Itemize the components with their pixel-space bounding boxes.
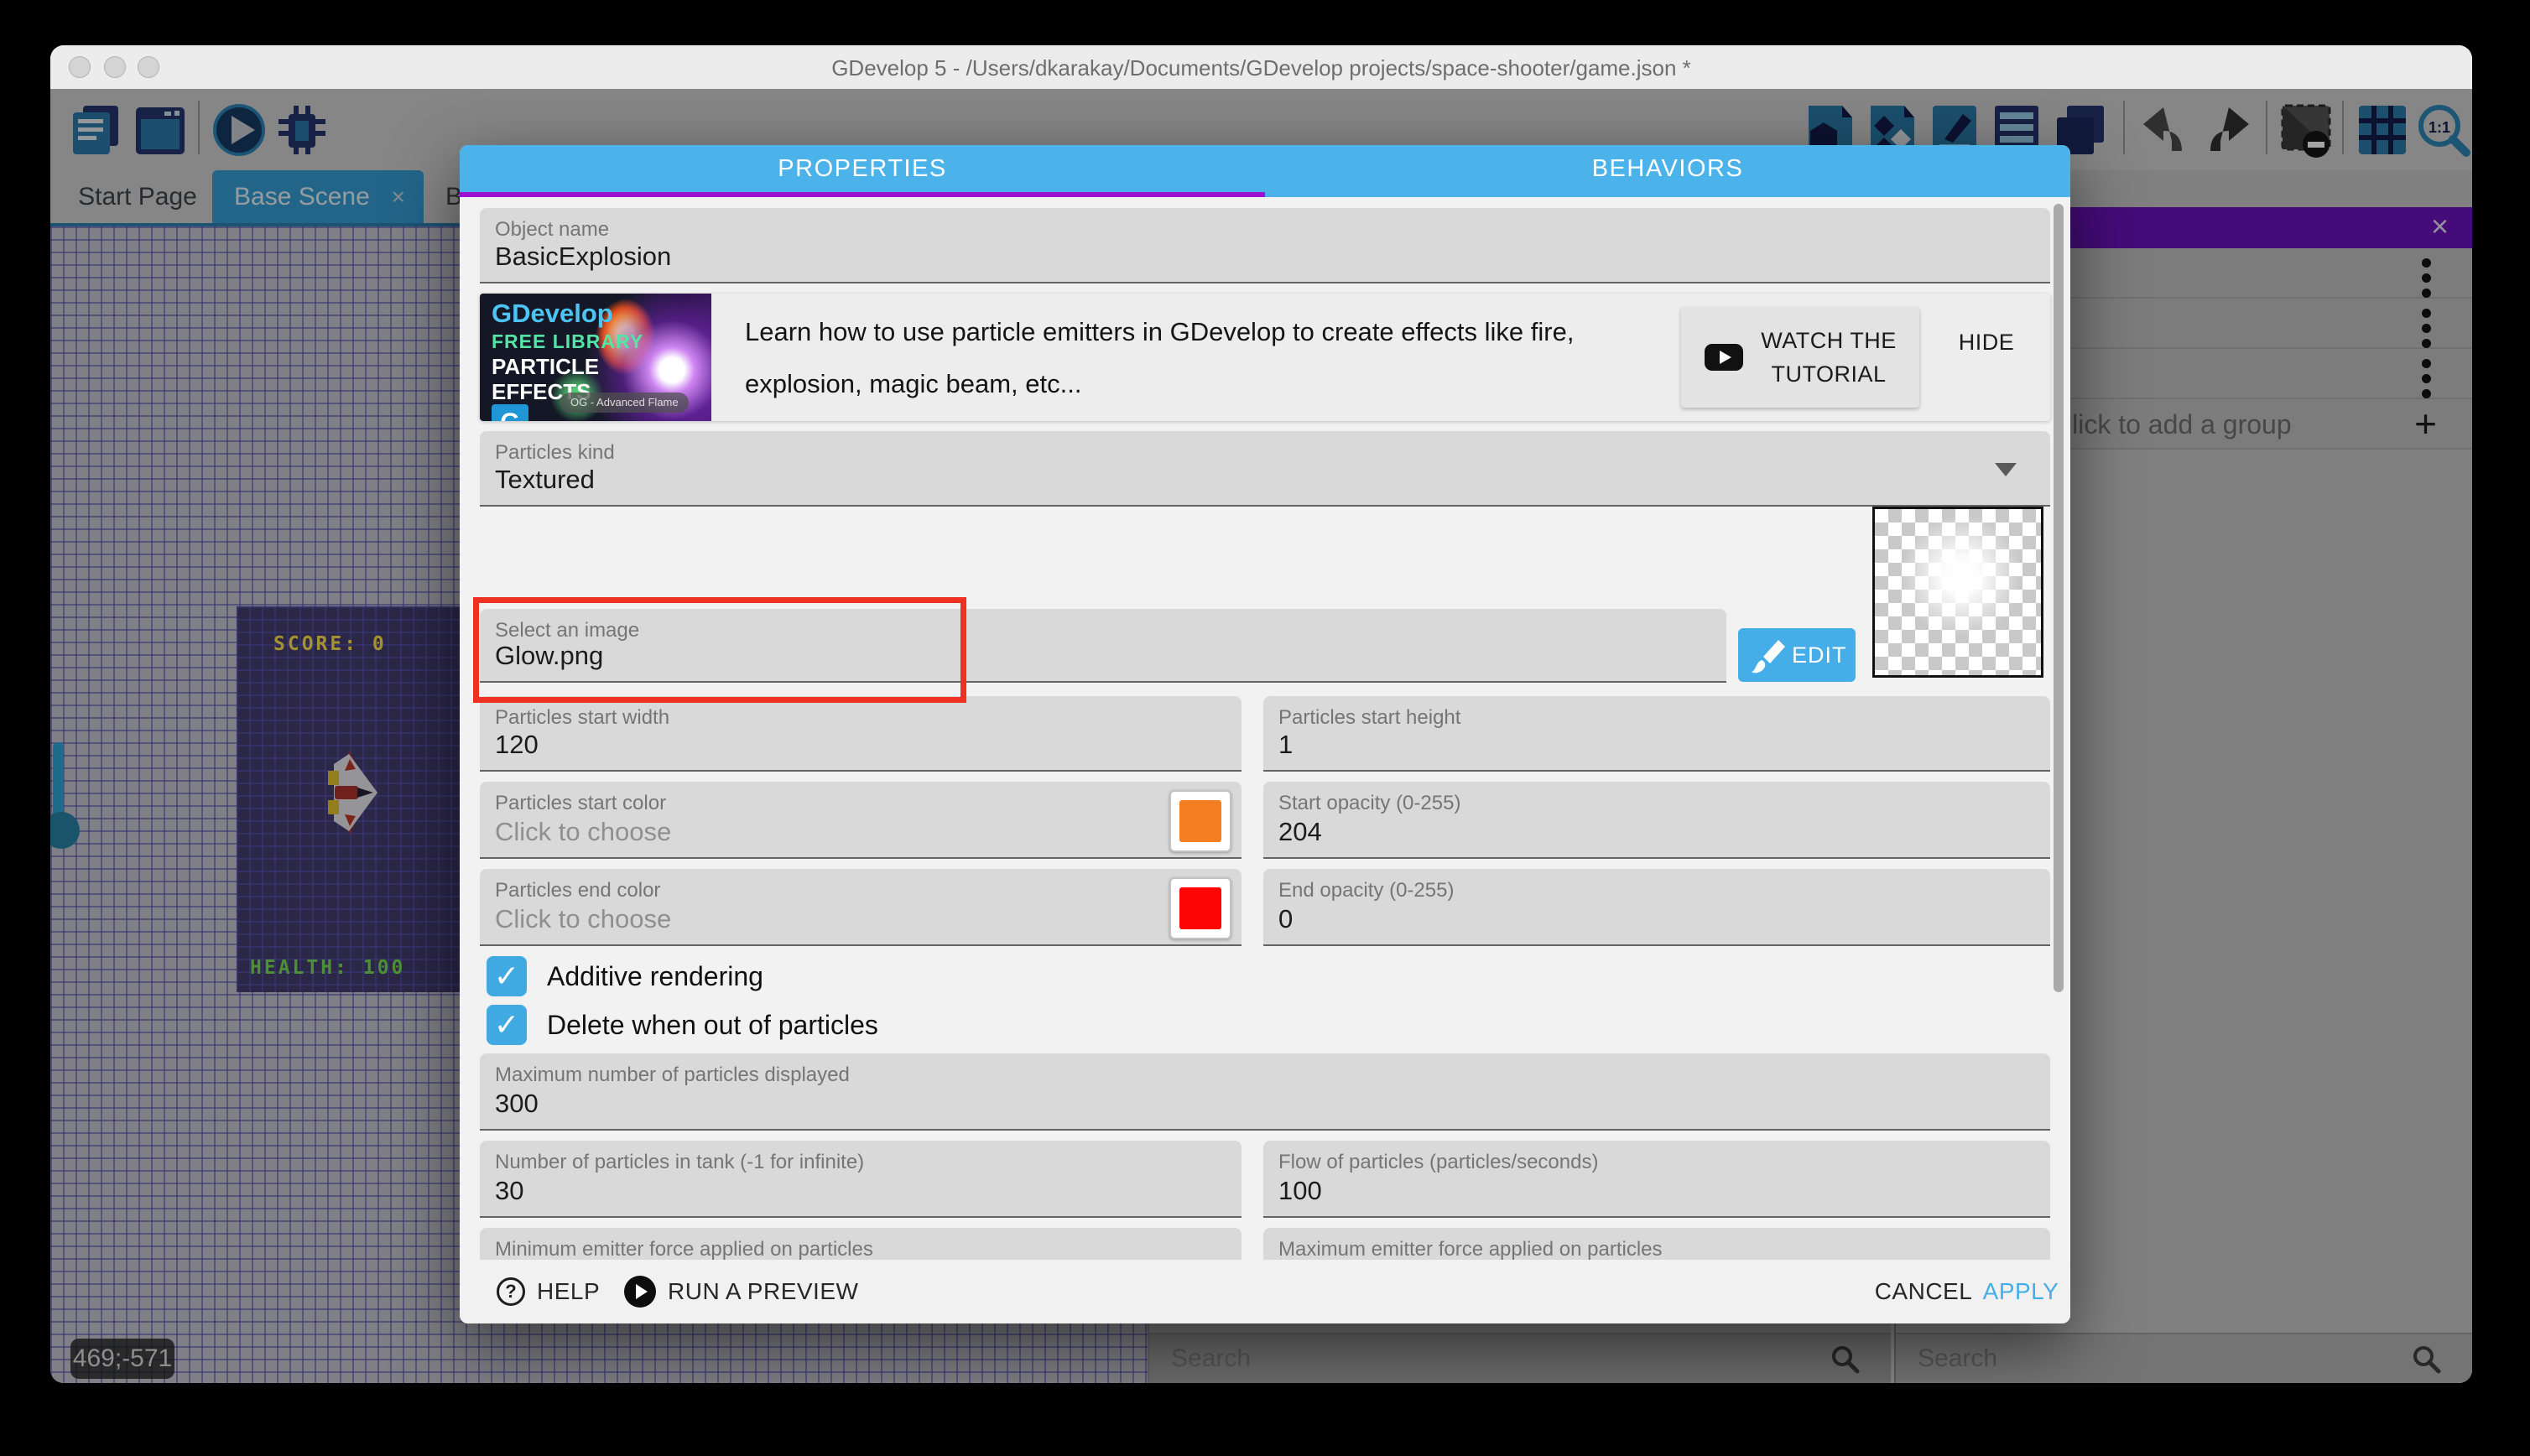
dialog-scrollbar[interactable] [2054,204,2064,992]
field-label: Number of particles in tank (-1 for infi… [495,1151,864,1174]
max-particles-field[interactable]: Maximum number of particles displayed 30… [480,1053,2050,1131]
tutorial-text-line2: explosion, magic beam, etc... [745,369,1081,399]
field-label: Particles kind [495,441,615,465]
field-label: Maximum number of particles displayed [495,1063,850,1087]
dialog-footer: ? HELP RUN A PREVIEW CANCEL APPLY [460,1260,2070,1323]
watch-label-line2: TUTORIAL [1771,361,1886,387]
field-value: 300 [495,1089,539,1119]
field-label: Minimum emitter force applied on particl… [495,1238,873,1261]
youtube-play-icon [1705,344,1743,371]
delete-when-out-label: Delete when out of particles [547,1005,878,1045]
help-icon: ? [497,1277,525,1306]
additive-rendering-label: Additive rendering [547,956,763,996]
thumb-line1: PARTICLE [492,354,599,380]
titlebar: GDevelop 5 - /Users/dkarakay/Documents/G… [50,45,2472,90]
field-value: 30 [495,1176,523,1206]
field-placeholder: Click to choose [495,904,671,934]
tutorial-text-line1: Learn how to use particle emitters in GD… [745,317,1574,347]
object-properties-dialog: PROPERTIES BEHAVIORS Object name BasicEx… [460,145,2070,1323]
thumb-caption: OG - Advanced Flame [560,393,689,413]
start-opacity-field[interactable]: Start opacity (0-255) 204 [1263,782,2050,859]
field-label: Particles start height [1278,706,1460,730]
start-color-swatch[interactable] [1169,790,1231,852]
cancel-button[interactable]: CANCEL [1852,1260,1995,1323]
flow-field[interactable]: Flow of particles (particles/seconds) 10… [1263,1141,2050,1218]
gdevelop-logo: G [492,404,528,421]
hide-button[interactable]: HIDE [1944,312,2028,372]
window-title: GDevelop 5 - /Users/dkarakay/Documents/G… [50,55,2472,81]
field-label: Start opacity (0-255) [1278,792,1460,815]
field-placeholder: Click to choose [495,817,671,847]
tutorial-banner: GDevelop FREE LIBRARY PARTICLE EFFECTS G… [480,294,2050,421]
help-button[interactable]: HELP [537,1260,600,1323]
field-value: 204 [1278,817,1322,847]
additive-rendering-checkbox[interactable]: ✓ [487,956,527,996]
edit-image-button[interactable]: EDIT [1738,628,1856,682]
field-label: Particles end color [495,879,660,902]
field-label: Particles start width [495,706,669,730]
field-value: 1 [1278,730,1293,760]
field-label: End opacity (0-255) [1278,879,1454,902]
screenshot-canvas: GDevelop 5 - /Users/dkarakay/Documents/G… [0,0,2530,1456]
edit-button-label: EDIT [1792,642,1847,668]
thumb-brand-text: GDevelop [492,299,613,329]
active-tab-indicator [460,192,1265,197]
dialog-tab-header: PROPERTIES BEHAVIORS [460,145,2070,197]
tab-behaviors[interactable]: BEHAVIORS [1265,145,2070,192]
start-width-field[interactable]: Particles start width 120 [480,696,1242,772]
run-preview-button[interactable]: RUN A PREVIEW [668,1260,858,1323]
field-value: 120 [495,730,539,760]
field-value: 0 [1278,904,1293,934]
particle-image-preview [1872,507,2043,678]
field-value: Textured [495,465,595,495]
end-color-swatch[interactable] [1169,877,1231,939]
tutorial-thumbnail[interactable]: GDevelop FREE LIBRARY PARTICLE EFFECTS G… [480,294,711,421]
tank-field[interactable]: Number of particles in tank (-1 for infi… [480,1141,1242,1218]
annotation-highlight-rectangle [473,597,966,703]
field-label: Maximum emitter force applied on particl… [1278,1238,1663,1261]
run-preview-icon [624,1276,656,1308]
end-color-field[interactable]: Particles end color Click to choose [480,869,1242,946]
watch-label-line1: WATCH THE [1761,328,1897,353]
start-height-field[interactable]: Particles start height 1 [1263,696,2050,772]
apply-button[interactable]: APPLY [1975,1260,2067,1323]
field-label: Flow of particles (particles/seconds) [1278,1151,1598,1174]
field-value: 100 [1278,1176,1322,1206]
tab-properties[interactable]: PROPERTIES [460,145,1265,192]
particles-kind-select[interactable]: Particles kind Textured [480,431,2050,507]
delete-when-out-checkbox[interactable]: ✓ [487,1005,527,1045]
chevron-down-icon [1995,463,2017,476]
brush-icon [1745,632,1792,679]
field-label: Object name [495,218,609,242]
end-opacity-field[interactable]: End opacity (0-255) 0 [1263,869,2050,946]
watch-tutorial-button[interactable]: WATCH THE TUTORIAL [1681,307,1919,408]
start-color-field[interactable]: Particles start color Click to choose [480,782,1242,859]
field-value: BasicExplosion [495,242,671,272]
field-label: Particles start color [495,792,666,815]
object-name-field[interactable]: Object name BasicExplosion [480,208,2050,283]
thumb-sub-text: FREE LIBRARY [492,330,643,353]
